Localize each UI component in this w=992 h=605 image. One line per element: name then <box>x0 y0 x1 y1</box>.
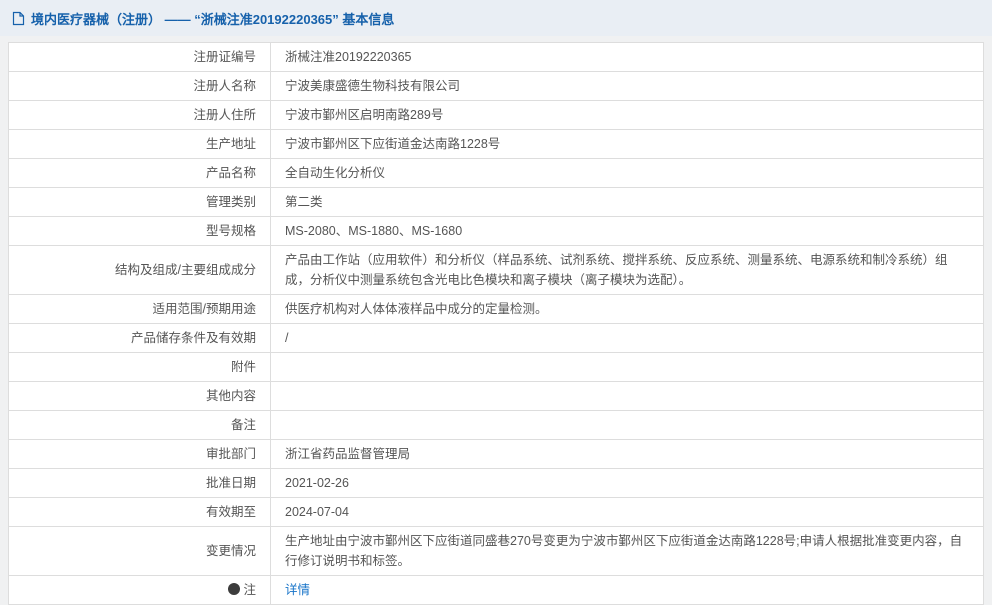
table-row: 生产地址 宁波市鄞州区下应街道金达南路1228号 <box>9 130 984 159</box>
row-label: 其他内容 <box>9 382 271 411</box>
table-row: 其他内容 <box>9 382 984 411</box>
table-row: 产品名称 全自动生化分析仪 <box>9 159 984 188</box>
row-value: 宁波市鄞州区下应街道金达南路1228号 <box>271 130 984 159</box>
table-row: 注册人名称 宁波美康盛德生物科技有限公司 <box>9 72 984 101</box>
row-label: 有效期至 <box>9 498 271 527</box>
row-label: 注册人名称 <box>9 72 271 101</box>
table-row: 备注 <box>9 411 984 440</box>
row-label: 审批部门 <box>9 440 271 469</box>
row-value: 浙江省药品监督管理局 <box>271 440 984 469</box>
page-title: 境内医疗器械（注册） —— “浙械注准20192220365” 基本信息 <box>31 9 394 28</box>
row-label: 生产地址 <box>9 130 271 159</box>
table-row: 结构及组成/主要组成成分 产品由工作站（应用软件）和分析仪（样品系统、试剂系统、… <box>9 246 984 295</box>
table-row: 注册证编号 浙械注准20192220365 <box>9 43 984 72</box>
row-label: 结构及组成/主要组成成分 <box>9 246 271 295</box>
row-value: 2021-02-26 <box>271 469 984 498</box>
row-value <box>271 411 984 440</box>
table-row: 管理类别 第二类 <box>9 188 984 217</box>
row-value: 生产地址由宁波市鄞州区下应街道同盛巷270号变更为宁波市鄞州区下应街道金达南路1… <box>271 527 984 576</box>
row-value <box>271 382 984 411</box>
row-value <box>271 353 984 382</box>
row-label: 产品储存条件及有效期 <box>9 324 271 353</box>
row-label: 适用范围/预期用途 <box>9 295 271 324</box>
info-table: 注册证编号 浙械注准20192220365 注册人名称 宁波美康盛德生物科技有限… <box>8 42 984 605</box>
row-value: 2024-07-04 <box>271 498 984 527</box>
row-value: 浙械注准20192220365 <box>271 43 984 72</box>
row-label: 变更情况 <box>9 527 271 576</box>
table-row: 附件 <box>9 353 984 382</box>
row-value: 宁波市鄞州区启明南路289号 <box>271 101 984 130</box>
table-row: 批准日期 2021-02-26 <box>9 469 984 498</box>
document-icon <box>12 11 25 26</box>
row-label: 注册证编号 <box>9 43 271 72</box>
table-row: 产品储存条件及有效期 / <box>9 324 984 353</box>
table-row: 变更情况 生产地址由宁波市鄞州区下应街道同盛巷270号变更为宁波市鄞州区下应街道… <box>9 527 984 576</box>
note-icon <box>228 583 240 595</box>
row-label: 备注 <box>9 411 271 440</box>
row-label: 管理类别 <box>9 188 271 217</box>
row-value: 全自动生化分析仪 <box>271 159 984 188</box>
table-row-note: 注 详情 <box>9 576 984 605</box>
row-value: 产品由工作站（应用软件）和分析仪（样品系统、试剂系统、搅拌系统、反应系统、测量系… <box>271 246 984 295</box>
table-row: 注册人住所 宁波市鄞州区启明南路289号 <box>9 101 984 130</box>
table-row: 型号规格 MS-2080、MS-1880、MS-1680 <box>9 217 984 246</box>
row-label: 批准日期 <box>9 469 271 498</box>
table-row: 有效期至 2024-07-04 <box>9 498 984 527</box>
table-row: 审批部门 浙江省药品监督管理局 <box>9 440 984 469</box>
row-label: 型号规格 <box>9 217 271 246</box>
row-label: 注 <box>243 583 256 597</box>
info-table-wrap: 注册证编号 浙械注准20192220365 注册人名称 宁波美康盛德生物科技有限… <box>8 42 984 605</box>
page-header: 境内医疗器械（注册） —— “浙械注准20192220365” 基本信息 <box>0 0 992 36</box>
row-label: 产品名称 <box>9 159 271 188</box>
row-label: 注册人住所 <box>9 101 271 130</box>
table-row: 适用范围/预期用途 供医疗机构对人体体液样品中成分的定量检测。 <box>9 295 984 324</box>
row-value: / <box>271 324 984 353</box>
row-value: 宁波美康盛德生物科技有限公司 <box>271 72 984 101</box>
row-label: 附件 <box>9 353 271 382</box>
row-value: 第二类 <box>271 188 984 217</box>
row-value: MS-2080、MS-1880、MS-1680 <box>271 217 984 246</box>
row-value: 供医疗机构对人体体液样品中成分的定量检测。 <box>271 295 984 324</box>
detail-link[interactable]: 详情 <box>285 583 310 597</box>
